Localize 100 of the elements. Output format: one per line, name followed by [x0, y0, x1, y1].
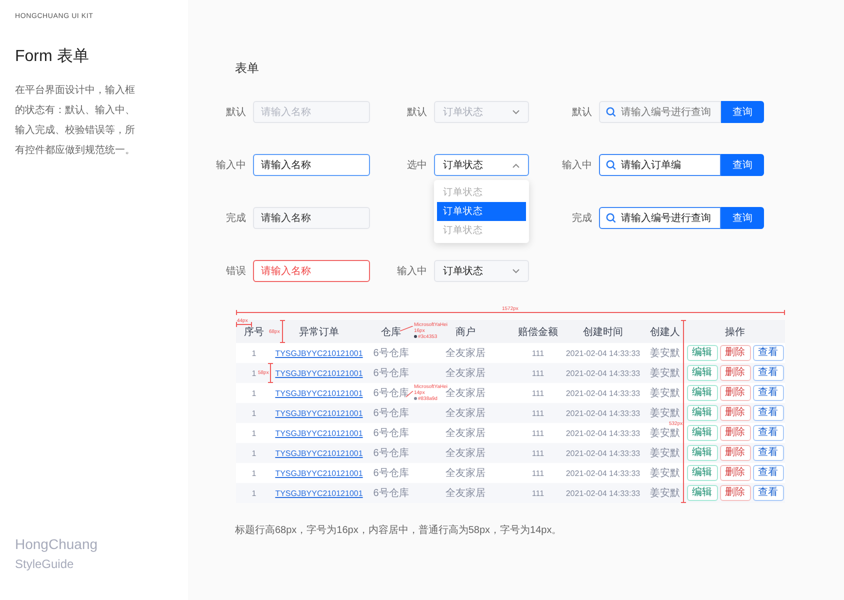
- field-label: 错误: [226, 265, 246, 278]
- order-link[interactable]: TYSGJBYYC210121001: [275, 428, 363, 438]
- edit-button[interactable]: 编辑: [686, 385, 718, 401]
- name-input[interactable]: 请输入名称: [253, 154, 370, 176]
- table-cell-text: 6号仓库: [373, 486, 409, 500]
- search-input[interactable]: 请输入订单编: [599, 154, 721, 176]
- description: 在平台界面设计中，输入框的状态有：默认、输入中、输入完成、校验错误等，所有控件都应做到规范统一。: [15, 84, 136, 158]
- delete-button[interactable]: 删除: [720, 345, 750, 361]
- table-cell: 2021-02-04 14:33:33: [566, 348, 640, 358]
- edit-button[interactable]: 编辑: [686, 485, 718, 501]
- table-cell-text: 姜安默: [650, 386, 680, 400]
- view-button[interactable]: 查看: [752, 485, 784, 501]
- table-cell-text: 6号仓库: [373, 426, 409, 440]
- dropdown-option[interactable]: 订单状态: [437, 183, 526, 202]
- caption: 标题行高68px，字号为16px，内容居中，普通行高为58px，字号为14px。: [235, 524, 562, 537]
- chevron-icon: [512, 268, 520, 274]
- chevron-icon: [512, 162, 520, 168]
- table-cell-text: 全友家居: [446, 346, 486, 360]
- delete-button[interactable]: 删除: [720, 405, 750, 421]
- table-cell-text: 全友家居: [446, 366, 486, 380]
- column-header: 仓库: [381, 326, 401, 338]
- column-header: 序号: [244, 326, 264, 338]
- table-cell: 2021-02-04 14:33:33: [566, 428, 640, 438]
- table-cell: 1: [252, 488, 256, 498]
- view-button[interactable]: 查看: [752, 465, 784, 481]
- name-input[interactable]: 请输入名称: [253, 260, 370, 282]
- delete-button[interactable]: 删除: [720, 385, 750, 401]
- chevron-icon: [512, 110, 520, 114]
- table-cell-text: 全友家居: [446, 486, 486, 500]
- edit-button[interactable]: 编辑: [686, 405, 718, 421]
- delete-button[interactable]: 删除: [720, 485, 750, 501]
- delete-button[interactable]: 删除: [720, 365, 750, 381]
- table-cell-text: 姜安默: [650, 366, 680, 380]
- table-cell-text: 全友家居: [446, 466, 486, 480]
- status-select[interactable]: 订单状态: [434, 154, 529, 176]
- order-link[interactable]: TYSGJBYYC210121001: [275, 368, 363, 378]
- order-link[interactable]: TYSGJBYYC210121001: [275, 468, 363, 478]
- search-button[interactable]: 查询: [721, 154, 764, 176]
- view-button[interactable]: 查看: [752, 445, 784, 461]
- order-link[interactable]: TYSGJBYYC210121001: [275, 348, 363, 358]
- field-label: 输入中: [562, 158, 592, 172]
- table-cell: 111: [532, 388, 544, 398]
- edit-button[interactable]: 编辑: [686, 345, 718, 361]
- delete-button[interactable]: 删除: [720, 425, 750, 441]
- edit-button[interactable]: 编辑: [686, 465, 718, 481]
- column-header: 异常订单: [299, 326, 339, 338]
- dropdown-option[interactable]: 订单状态: [437, 202, 526, 221]
- table-cell-text: 姜安默: [650, 406, 680, 420]
- name-input[interactable]: 请输入名称: [253, 101, 370, 123]
- table-cell: 1: [252, 468, 256, 478]
- table-cell: 111: [532, 428, 544, 438]
- delete-button[interactable]: 删除: [720, 465, 750, 481]
- edit-button[interactable]: 编辑: [686, 365, 718, 381]
- view-button[interactable]: 查看: [752, 385, 784, 401]
- table-cell-text: 全友家居: [446, 388, 486, 400]
- edit-button[interactable]: 编辑: [686, 445, 718, 461]
- table-cell-text: 姜安默: [650, 446, 680, 460]
- status-select[interactable]: 订单状态: [434, 260, 529, 282]
- table-cell: 111: [532, 468, 544, 478]
- order-link[interactable]: TYSGJBYYC210121001: [275, 388, 363, 398]
- table-cell-text: 6号仓库: [373, 446, 409, 460]
- field-label: 默认: [407, 106, 427, 119]
- delete-button[interactable]: 删除: [720, 445, 750, 461]
- view-button[interactable]: 查看: [752, 345, 784, 361]
- table-cell: 2021-02-04 14:33:33: [566, 488, 640, 498]
- table-cell-text: 姜安默: [650, 466, 680, 480]
- table-cell-text: 姜安默: [650, 426, 680, 440]
- search-input[interactable]: 请输入编号进行查询: [599, 207, 721, 229]
- order-link[interactable]: TYSGJBYYC210121001: [275, 408, 363, 418]
- table-cell: 2021-02-04 14:33:33: [566, 448, 640, 458]
- field-label: 完成: [572, 212, 592, 225]
- view-button[interactable]: 查看: [752, 425, 784, 441]
- table-cell: 111: [532, 348, 544, 358]
- leader-line: [400, 326, 414, 332]
- search-icon: [606, 160, 616, 170]
- search-button[interactable]: 查询: [721, 101, 764, 123]
- dropdown-option[interactable]: 订单状态: [437, 221, 526, 240]
- order-link[interactable]: TYSGJBYYC210121001: [275, 488, 363, 498]
- table-cell: 1: [252, 388, 256, 398]
- edit-button[interactable]: 编辑: [686, 425, 718, 441]
- view-button[interactable]: 查看: [752, 405, 784, 421]
- field-label: 选中: [407, 158, 427, 172]
- name-input[interactable]: 请输入名称: [253, 207, 370, 229]
- search-button[interactable]: 查询: [721, 207, 764, 229]
- table-cell-text: 全友家居: [446, 446, 486, 460]
- table-cell-text: 6号仓库: [373, 366, 409, 380]
- view-button[interactable]: 查看: [752, 365, 784, 381]
- table-cell-text: 姜安默: [650, 486, 680, 500]
- table-cell: 1: [252, 408, 256, 418]
- brand-tagline: StyleGuide: [15, 557, 74, 571]
- table-cell-text: 姜安默: [650, 346, 680, 360]
- brand-name: HongChuang: [15, 536, 98, 552]
- order-link[interactable]: TYSGJBYYC210121001: [275, 448, 363, 458]
- search-icon: [606, 213, 616, 223]
- table-cell-text: 6号仓库: [373, 466, 409, 480]
- form-title: 表单: [235, 60, 259, 76]
- search-input[interactable]: 请输入编号进行查询: [599, 101, 721, 123]
- column-header: 创建人: [650, 326, 680, 338]
- search-icon: [606, 107, 616, 117]
- field-label: 完成: [226, 212, 246, 225]
